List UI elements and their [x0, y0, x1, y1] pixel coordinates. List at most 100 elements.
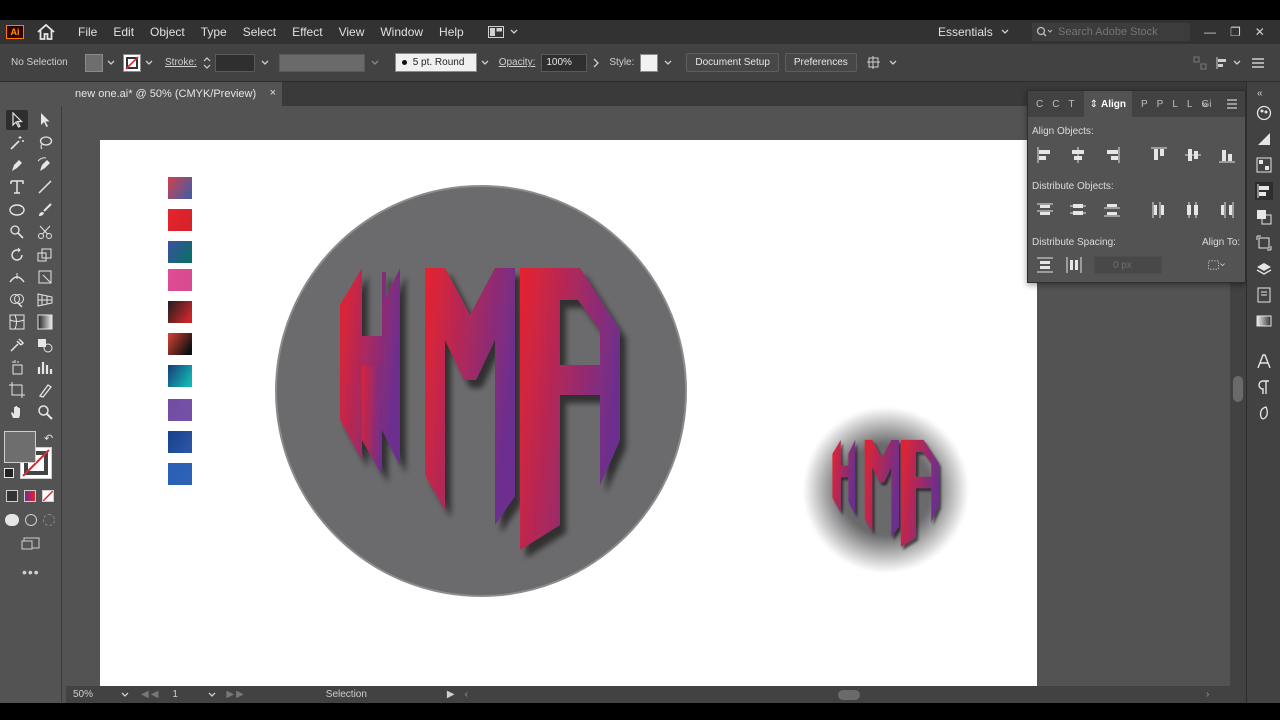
- opentype-panel-icon[interactable]: [1255, 404, 1273, 422]
- chevron-down-icon[interactable]: [107, 60, 115, 66]
- swatch-3[interactable]: [168, 241, 192, 263]
- menu-window[interactable]: Window: [372, 20, 431, 44]
- symbol-sprayer-tool-icon[interactable]: [6, 357, 28, 377]
- perspective-grid-tool-icon[interactable]: [34, 290, 56, 310]
- swatch-10[interactable]: [168, 463, 192, 485]
- vertical-align-top-icon[interactable]: [1150, 146, 1168, 164]
- libraries-icon[interactable]: [1255, 286, 1273, 304]
- tab-align[interactable]: ⇕ Align: [1083, 91, 1132, 117]
- swatch-2[interactable]: [168, 209, 192, 231]
- chevron-down-icon[interactable]: [664, 60, 672, 66]
- chevron-down-icon[interactable]: [371, 60, 379, 66]
- menu-type[interactable]: Type: [193, 20, 235, 44]
- zoom-tool-icon[interactable]: [34, 402, 56, 422]
- chevron-down-icon[interactable]: [1233, 60, 1241, 66]
- workspace-switcher[interactable]: Essentials: [938, 20, 1009, 44]
- free-transform-tool-icon[interactable]: [34, 267, 56, 287]
- shaper-tool-icon[interactable]: [6, 222, 28, 242]
- artboard[interactable]: [100, 140, 1037, 686]
- menu-edit[interactable]: Edit: [105, 20, 142, 44]
- horizontal-align-left-icon[interactable]: [1036, 146, 1054, 164]
- horizontal-align-center-icon[interactable]: [1069, 146, 1087, 164]
- panel-tab-l2[interactable]: L: [1187, 99, 1193, 110]
- minimize-icon[interactable]: —: [1204, 25, 1216, 39]
- artboard-prev-icon[interactable]: ◀◀: [141, 689, 160, 700]
- menu-icon[interactable]: [1251, 57, 1265, 69]
- vertical-distribute-bottom-icon[interactable]: [1103, 201, 1121, 219]
- close-tab-icon[interactable]: ×: [270, 87, 276, 99]
- vertical-align-center-icon[interactable]: [1184, 146, 1202, 164]
- menu-help[interactable]: Help: [431, 20, 472, 44]
- draw-behind-icon[interactable]: [25, 514, 37, 526]
- color-mode-icon[interactable]: [6, 490, 18, 502]
- scroll-right-icon[interactable]: ›: [1206, 689, 1209, 700]
- stock-search-box[interactable]: [1032, 23, 1190, 41]
- line-segment-tool-icon[interactable]: [34, 177, 56, 197]
- swatch-9[interactable]: [168, 431, 192, 453]
- blend-tool-icon[interactable]: [34, 335, 56, 355]
- artboard-tool-icon[interactable]: [6, 380, 28, 400]
- spacing-input[interactable]: 0 px: [1094, 256, 1162, 274]
- horizontal-scroll-thumb[interactable]: [837, 689, 860, 700]
- horizontal-distribute-center-icon[interactable]: [1184, 201, 1202, 219]
- type-tool-icon[interactable]: [6, 177, 28, 197]
- chevron-down-icon[interactable]: [889, 60, 897, 66]
- gradient-panel-icon[interactable]: [1255, 312, 1273, 330]
- layers-icon[interactable]: [1255, 260, 1273, 278]
- chevron-right-icon[interactable]: [593, 58, 600, 68]
- chevron-down-icon[interactable]: [121, 692, 129, 698]
- variable-width-profile[interactable]: [278, 53, 365, 72]
- swatch-5[interactable]: [168, 301, 192, 323]
- stroke-swatch[interactable]: [123, 53, 141, 72]
- collapse-dock-icon[interactable]: «: [1257, 88, 1263, 99]
- color-panel-icon[interactable]: [1255, 104, 1273, 122]
- magic-wand-tool-icon[interactable]: [6, 133, 28, 153]
- eyedropper-tool-icon[interactable]: [6, 335, 28, 355]
- draw-normal-icon[interactable]: [5, 514, 19, 526]
- width-tool-icon[interactable]: [6, 267, 28, 287]
- preferences-button[interactable]: Preferences: [784, 53, 857, 72]
- panel-tab-p1[interactable]: P: [1141, 99, 1148, 110]
- large-circle[interactable]: [275, 185, 687, 597]
- panel-tab-c1[interactable]: C: [1036, 99, 1043, 110]
- panel-tab-t[interactable]: T: [1068, 99, 1074, 110]
- scissors-tool-icon[interactable]: [34, 222, 56, 242]
- curvature-tool-icon[interactable]: [34, 155, 56, 175]
- default-colors-icon[interactable]: [4, 468, 14, 478]
- align-dock-icon[interactable]: [1255, 182, 1273, 200]
- selection-tool-icon[interactable]: [6, 110, 28, 130]
- stock-search-input[interactable]: [1058, 26, 1188, 38]
- menu-object[interactable]: Object: [142, 20, 193, 44]
- mesh-tool-icon[interactable]: [6, 312, 28, 332]
- stroke-weight-input[interactable]: [214, 53, 255, 72]
- arrange-icon[interactable]: [866, 55, 885, 71]
- transform-icon[interactable]: [1255, 234, 1273, 252]
- color-guide-icon[interactable]: [1255, 130, 1273, 148]
- swap-fill-stroke-icon[interactable]: ↶: [44, 432, 53, 445]
- chevron-down-icon[interactable]: [145, 60, 153, 66]
- pen-tool-icon[interactable]: [6, 155, 28, 175]
- opacity-input[interactable]: 100%: [541, 53, 588, 72]
- paintbrush-tool-icon[interactable]: [34, 200, 56, 220]
- swatch-4[interactable]: [168, 269, 192, 291]
- gradient-tool-icon[interactable]: [34, 312, 56, 332]
- draw-inside-icon[interactable]: [43, 514, 55, 526]
- swatch-8[interactable]: [168, 399, 192, 421]
- vertical-distribute-top-icon[interactable]: [1036, 201, 1054, 219]
- more-tools-icon[interactable]: •••: [22, 564, 40, 580]
- vertical-align-bottom-icon[interactable]: [1218, 146, 1236, 164]
- direct-selection-tool-icon[interactable]: [34, 110, 56, 130]
- swatches-panel-icon[interactable]: [1255, 156, 1273, 174]
- artboard-number[interactable]: 1: [172, 689, 208, 700]
- ellipse-tool-icon[interactable]: [6, 200, 28, 220]
- opacity-label[interactable]: Opacity:: [499, 57, 536, 68]
- hand-tool-icon[interactable]: [6, 402, 28, 422]
- menu-effect[interactable]: Effect: [284, 20, 330, 44]
- graphic-style-swatch[interactable]: [640, 53, 659, 72]
- restore-icon[interactable]: ❐: [1230, 25, 1241, 39]
- none-mode-icon[interactable]: [42, 490, 54, 502]
- character-panel-icon[interactable]: [1255, 352, 1273, 370]
- expand-panel-icon[interactable]: »: [1202, 99, 1208, 110]
- panel-tab-c2[interactable]: C: [1052, 99, 1059, 110]
- home-icon[interactable]: [36, 23, 56, 41]
